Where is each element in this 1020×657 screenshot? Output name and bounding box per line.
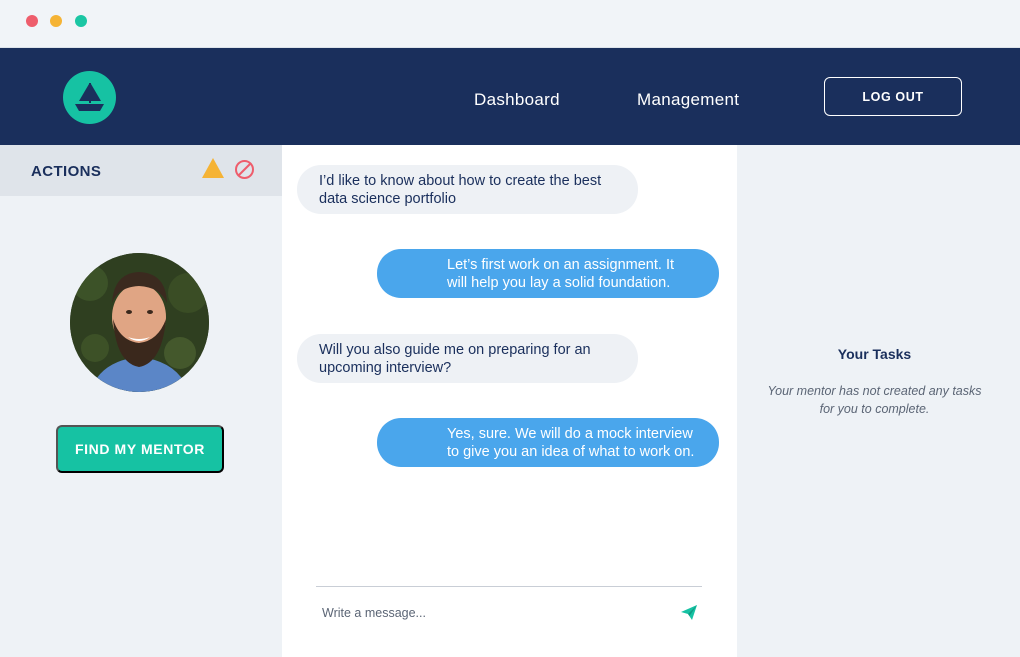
message-text: I’d like to know about how to create the…	[319, 172, 602, 207]
window-titlebar	[0, 0, 1020, 48]
find-my-mentor-button[interactable]: FIND MY MENTOR	[56, 425, 224, 473]
block-icon[interactable]	[234, 159, 255, 185]
tasks-panel: Your Tasks Your mentor has not created a…	[737, 145, 1020, 657]
sailboat-logo-icon[interactable]	[63, 71, 116, 124]
warning-icon[interactable]	[201, 157, 225, 184]
logout-button[interactable]: LOG OUT	[824, 77, 962, 116]
app-window: Dashboard Management LOG OUT ACTIONS FIN…	[0, 0, 1020, 657]
chat-message-incoming: I’d like to know about how to create the…	[297, 165, 638, 214]
nav-link-management[interactable]: Management	[637, 90, 739, 110]
message-text: Let’s first work on an assignment. It wi…	[447, 256, 675, 291]
tasks-empty-message: Your mentor has not created any tasks fo…	[767, 384, 982, 416]
maximize-window-button[interactable]	[75, 15, 87, 27]
chat-panel: I’d like to know about how to create the…	[282, 145, 737, 657]
tasks-title: Your Tasks	[837, 346, 912, 362]
mentor-avatar	[70, 253, 209, 392]
chat-message-outgoing: Let’s first work on an assignment. It wi…	[377, 249, 719, 298]
top-navbar: Dashboard Management LOG OUT	[0, 48, 1020, 145]
message-text: Will you also guide me on preparing for …	[319, 341, 591, 376]
actions-sidebar: ACTIONS FIND MY MENTOR	[0, 145, 282, 657]
actions-header: ACTIONS	[0, 145, 282, 196]
actions-title: ACTIONS	[31, 163, 102, 180]
message-text: Yes, sure. We will do a mock interview t…	[447, 425, 695, 460]
minimize-window-button[interactable]	[50, 15, 62, 27]
message-input[interactable]	[322, 600, 662, 626]
chat-message-outgoing: Yes, sure. We will do a mock interview t…	[377, 418, 719, 467]
composer-divider	[316, 586, 702, 587]
close-window-button[interactable]	[26, 15, 38, 27]
chat-message-incoming: Will you also guide me on preparing for …	[297, 334, 638, 383]
send-icon[interactable]	[680, 604, 698, 626]
nav-link-dashboard[interactable]: Dashboard	[474, 90, 560, 110]
